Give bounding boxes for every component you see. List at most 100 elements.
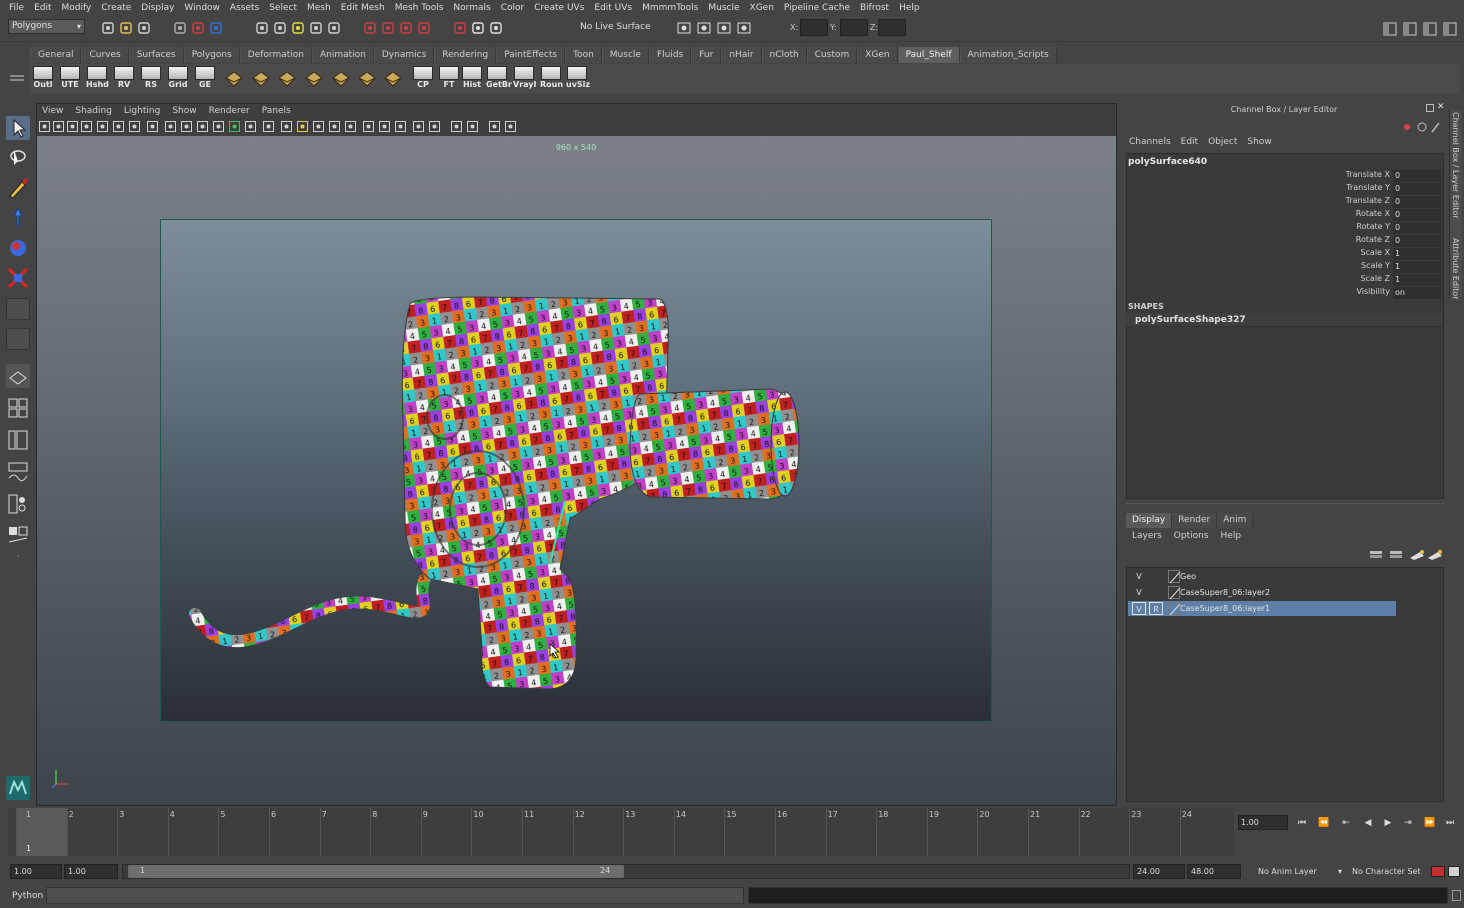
snap-curve-icon[interactable] [272, 20, 288, 36]
channel-value[interactable]: 0 [1393, 170, 1441, 182]
menu-edit-mesh[interactable]: Edit Mesh [336, 3, 390, 13]
shelf-mesh-tool-icon[interactable] [330, 66, 352, 92]
channel-row-scale-y[interactable]: Scale Y1 [1290, 261, 1441, 273]
viewport-menu-renderer[interactable]: Renderer [203, 104, 256, 119]
camera-model[interactable]: 3 4 5 6 7 8 1 2 3 [160, 219, 992, 722]
live-surface-label[interactable]: No Live Surface [580, 22, 651, 32]
shelf-tab-general[interactable]: General [30, 47, 82, 63]
viewport-menu-shading[interactable]: Shading [69, 104, 118, 119]
input-ops-icon[interactable] [380, 20, 396, 36]
viewport-menu-view[interactable]: View [36, 104, 69, 119]
shelf-tab-animation[interactable]: Animation [311, 47, 374, 63]
shelf-tab-toon[interactable]: Toon [565, 47, 602, 63]
command-language-label[interactable]: Python [12, 891, 43, 901]
shelf-button-ge[interactable]: GE [194, 66, 216, 92]
viewport-toggle-icon[interactable] [146, 120, 159, 133]
viewport-toggle-icon[interactable] [504, 120, 517, 133]
layer-tab-render[interactable]: Render [1172, 513, 1218, 528]
viewport-toggle-icon[interactable] [394, 120, 407, 133]
layer-tab-display[interactable]: Display [1126, 513, 1173, 528]
menu-select[interactable]: Select [264, 3, 302, 13]
menu-muscle[interactable]: Muscle [703, 3, 744, 13]
go-start-icon[interactable]: ⏮ [1294, 816, 1310, 830]
layer-visibility-toggle[interactable]: V [1132, 570, 1146, 583]
snap-grid-icon[interactable] [254, 20, 270, 36]
channel-row-scale-x[interactable]: Scale X1 [1290, 248, 1441, 260]
viewport-toggle-icon[interactable] [280, 120, 293, 133]
playback-end-field[interactable]: 24.00 [1133, 864, 1185, 879]
layer-color-swatch-icon[interactable] [1168, 602, 1181, 616]
render-current-icon[interactable] [696, 20, 712, 36]
shelf-button-roun[interactable]: Roun [540, 66, 563, 92]
play-back-icon[interactable]: ◀ [1360, 816, 1376, 830]
viewport-toggle-icon[interactable] [328, 120, 341, 133]
selected-object-name[interactable]: polySurface640 [1128, 157, 1207, 167]
viewport-toggle-icon[interactable] [262, 120, 275, 133]
channel-row-rotate-x[interactable]: Rotate X0 [1290, 209, 1441, 221]
step-forward-key-icon[interactable]: ⇥ [1400, 816, 1416, 830]
menu-mmmmtools[interactable]: MmmmTools [637, 3, 703, 13]
channel-row-translate-y[interactable]: Translate Y0 [1290, 183, 1441, 195]
viewport-toggle-icon[interactable] [344, 120, 357, 133]
anim-layer-dropdown[interactable]: No Anim Layer ▾ [1254, 864, 1344, 879]
single-perspective-layout-icon[interactable] [6, 364, 30, 388]
menu-file[interactable]: File [4, 3, 29, 13]
y-coord-input[interactable] [840, 19, 868, 36]
character-set-dropdown[interactable]: No Character Set [1348, 864, 1430, 879]
animation-start-field[interactable]: 1.00 [10, 864, 62, 879]
layer-tab-anim[interactable]: Anim [1217, 513, 1254, 528]
menu-edit[interactable]: Edit [29, 3, 56, 13]
layer-name[interactable]: CaseSuper8_06:layer1 [1180, 601, 1270, 616]
shelf-button-rv[interactable]: RV [113, 66, 135, 92]
menu-assets[interactable]: Assets [225, 3, 264, 13]
viewport-toggle-icon[interactable] [244, 120, 257, 133]
channel-row-rotate-y[interactable]: Rotate Y0 [1290, 222, 1441, 234]
viewport-toggle-icon[interactable] [164, 120, 177, 133]
menu-mesh[interactable]: Mesh [302, 3, 336, 13]
shelf-button-rs[interactable]: RS [140, 66, 162, 92]
animation-end-field[interactable]: 48.00 [1187, 864, 1241, 879]
shelf-mesh-tool-icon[interactable] [250, 66, 272, 92]
shelf-button-outl[interactable]: Outl [32, 66, 54, 92]
menu-create[interactable]: Create [96, 3, 136, 13]
ipr-icon[interactable] [716, 20, 732, 36]
move-tool-icon[interactable] [6, 206, 30, 230]
rotate-tool-icon[interactable] [6, 236, 30, 260]
viewport-toggle-icon[interactable] [180, 120, 193, 133]
viewport-menu-show[interactable]: Show [166, 104, 202, 119]
layer-row[interactable]: V CaseSuper8_06:layer2 [1128, 585, 1396, 600]
menu-modify[interactable]: Modify [57, 3, 97, 13]
shelf-mesh-tool-icon[interactable] [303, 66, 325, 92]
menu-display[interactable]: Display [136, 3, 179, 13]
shelf-tab-curves[interactable]: Curves [81, 47, 129, 63]
step-back-key-icon[interactable]: ⏪ [1316, 816, 1332, 830]
channel-box-side-tab[interactable]: Channel Box / Layer Editor [1451, 112, 1460, 219]
viewport-toggle-icon[interactable] [450, 120, 463, 133]
render-settings-icon[interactable] [488, 20, 504, 36]
viewport-toggle-icon[interactable] [362, 120, 375, 133]
menu-edit-uvs[interactable]: Edit UVs [589, 3, 637, 13]
layer-menu-help[interactable]: Help [1215, 531, 1248, 541]
shelf-tab-surfaces[interactable]: Surfaces [128, 47, 184, 63]
new-scene-icon[interactable] [100, 20, 116, 36]
render-frame-icon[interactable] [452, 20, 468, 36]
show-manipulator-tool[interactable] [6, 328, 30, 350]
menu-pipeline-cache[interactable]: Pipeline Cache [779, 3, 855, 13]
select-component-icon[interactable] [208, 20, 224, 36]
history-icon[interactable] [362, 20, 378, 36]
shelf-tab-custom[interactable]: Custom [806, 47, 858, 63]
more-layouts-icon[interactable]: · [6, 552, 30, 566]
layer-row[interactable]: V R CaseSuper8_06:layer1 [1128, 601, 1396, 616]
save-scene-icon[interactable] [136, 20, 152, 36]
channel-value[interactable]: 1 [1393, 261, 1441, 273]
layer-menu-options[interactable]: Options [1168, 531, 1215, 541]
shelf-button-uvsiz[interactable]: uvSiz [566, 66, 590, 92]
snap-surface-icon[interactable] [326, 20, 342, 36]
shelf-mesh-tool-icon[interactable] [356, 66, 378, 92]
ipr-render-icon[interactable] [470, 20, 486, 36]
viewport-toggle-icon[interactable] [228, 120, 241, 133]
channel-box-menu-show[interactable]: Show [1242, 137, 1276, 147]
four-view-layout-icon[interactable] [6, 396, 30, 420]
layer-name[interactable]: Geo [1180, 569, 1196, 584]
channel-row-scale-z[interactable]: Scale Z1 [1290, 274, 1441, 286]
